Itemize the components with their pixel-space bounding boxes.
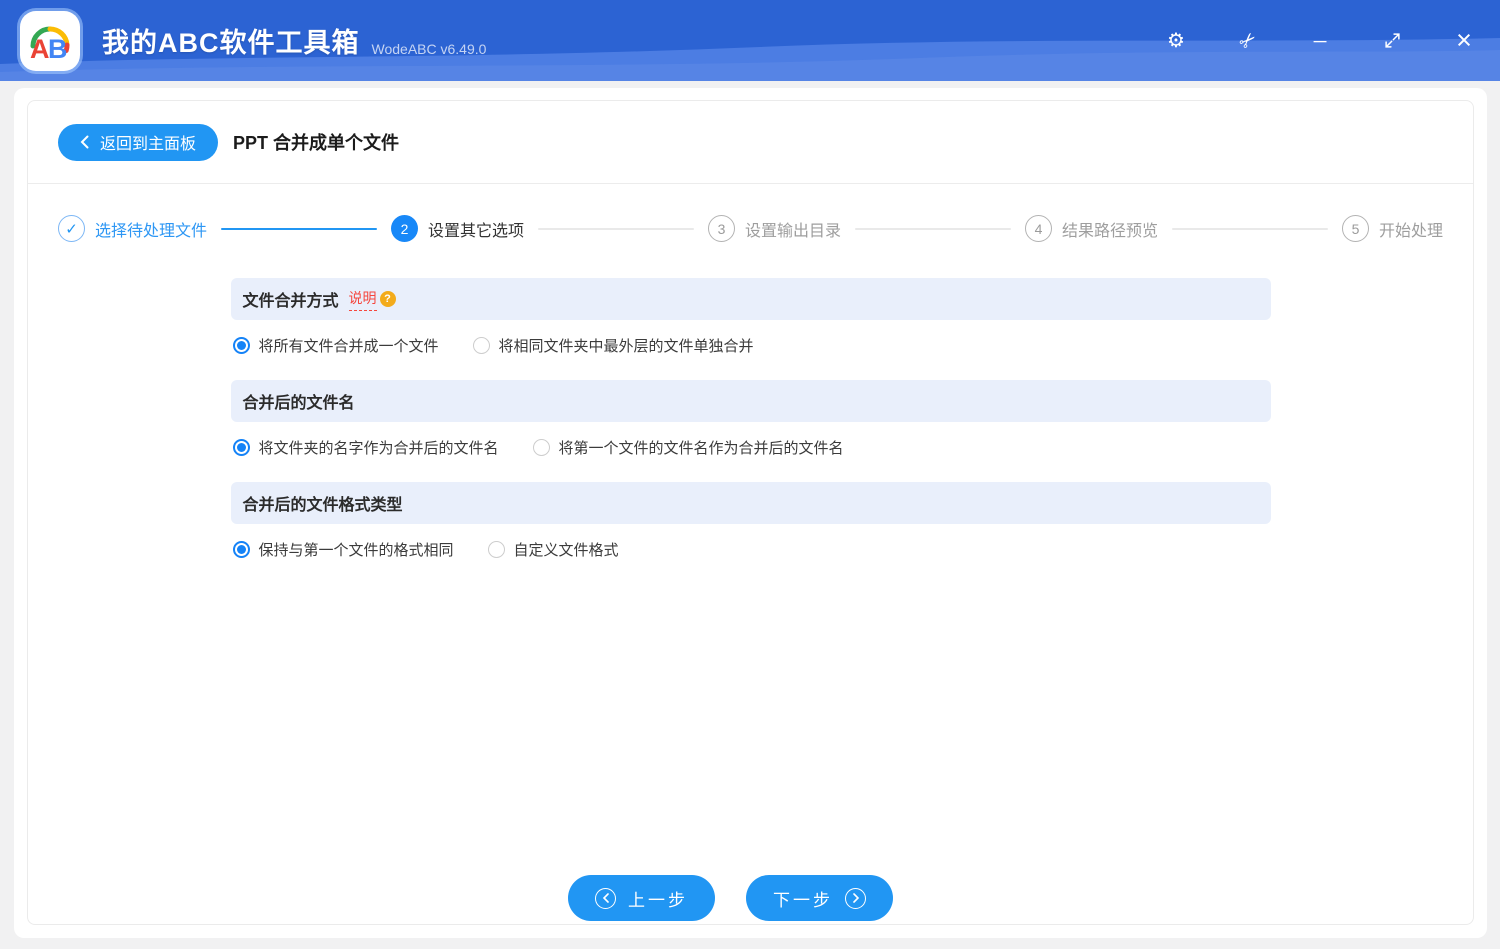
- radio-custom-file-format: [487, 541, 505, 558]
- ab-logo-icon: A B: [30, 25, 70, 63]
- titlebar: A B 我的ABC软件工具箱 WodeABC v6.49.0 ⚙ ✂ ─ ×: [0, 0, 1500, 81]
- wizard-steps: ✓ 选择待处理文件 2 设置其它选项 3 设置输出目录 4 结果路径预览 5 开: [58, 215, 1443, 242]
- minimize-icon[interactable]: ─: [1308, 29, 1332, 53]
- previous-step-button[interactable]: 上一步: [568, 875, 715, 921]
- section-output-format-header: 合并后的文件格式类型: [230, 482, 1271, 524]
- section-merge-mode-title: 文件合并方式: [242, 293, 339, 310]
- wizard-card: 返回到主面板 PPT 合并成单个文件 ✓ 选择待处理文件 2 设置其它选项 3 …: [27, 100, 1474, 925]
- scissors-icon[interactable]: ✂: [1234, 27, 1261, 54]
- radio-first-file-name-as-filename: [532, 439, 550, 456]
- app-title: 我的ABC软件工具箱: [102, 28, 360, 58]
- section-output-format-title: 合并后的文件格式类型: [242, 497, 403, 514]
- output-format-options: 保持与第一个文件的格式相同 自定义文件格式: [231, 524, 1271, 584]
- merge-mode-options: 将所有文件合并成一个文件 将相同文件夹中最外层的文件单独合并: [231, 320, 1271, 380]
- options-content: 文件合并方式 说明 ? 将所有文件合并成一个文件 将相同文件夹中最外层的文件单独…: [230, 278, 1271, 584]
- step-connector: [221, 227, 377, 230]
- question-mark-icon: ?: [379, 291, 396, 307]
- step-select-files[interactable]: ✓ 选择待处理文件: [58, 215, 207, 242]
- previous-step-label: 上一步: [628, 890, 688, 910]
- step-1-label: 选择待处理文件: [95, 222, 208, 240]
- option-label: 保持与第一个文件的格式相同: [258, 542, 454, 559]
- next-step-label: 下一步: [773, 890, 833, 910]
- app-version: WodeABC v6.49.0: [371, 40, 487, 57]
- circled-arrow-left-icon: [595, 887, 616, 909]
- option-folder-name-as-filename[interactable]: 将文件夹的名字作为合并后的文件名: [232, 437, 499, 458]
- option-first-file-name-as-filename[interactable]: 将第一个文件的文件名作为合并后的文件名: [532, 437, 844, 458]
- close-icon[interactable]: ×: [1452, 27, 1476, 54]
- step-connector: [1172, 227, 1328, 230]
- back-button-label: 返回到主面板: [100, 136, 197, 153]
- section-merged-filename-header: 合并后的文件名: [230, 380, 1271, 422]
- step-5-label: 开始处理: [1379, 222, 1444, 240]
- settings-gear-icon[interactable]: ⚙: [1164, 29, 1188, 53]
- option-custom-file-format[interactable]: 自定义文件格式: [487, 539, 619, 560]
- card-header: 返回到主面板 PPT 合并成单个文件: [28, 101, 1473, 184]
- option-merge-all-into-one[interactable]: 将所有文件合并成一个文件: [232, 335, 439, 356]
- option-label: 将第一个文件的文件名作为合并后的文件名: [558, 440, 844, 457]
- step-1-check-icon: ✓: [58, 215, 85, 242]
- window-controls: ⚙ ✂ ─ ×: [1164, 27, 1476, 55]
- step-start-processing[interactable]: 5 开始处理: [1342, 215, 1443, 242]
- back-to-dashboard-button[interactable]: 返回到主面板: [58, 123, 219, 161]
- option-label: 将相同文件夹中最外层的文件单独合并: [498, 338, 754, 355]
- wizard-footer: 上一步 下一步: [8, 875, 1453, 921]
- step-connector: [538, 227, 694, 230]
- maximize-icon[interactable]: [1380, 29, 1404, 53]
- option-label: 将所有文件合并成一个文件: [258, 338, 439, 355]
- merge-mode-help-link[interactable]: 说明 ?: [348, 288, 396, 311]
- svg-text:B: B: [48, 34, 68, 63]
- step-4-number: 4: [1025, 215, 1052, 242]
- step-3-label: 设置输出目录: [745, 222, 842, 240]
- svg-text:A: A: [30, 34, 50, 63]
- section-merge-mode-header: 文件合并方式 说明 ?: [230, 278, 1271, 320]
- radio-folder-name-as-filename: [232, 439, 250, 456]
- next-step-button[interactable]: 下一步: [746, 875, 893, 921]
- step-2-number: 2: [391, 215, 418, 242]
- option-label: 将文件夹的名字作为合并后的文件名: [258, 440, 499, 457]
- app-logo: A B: [20, 10, 80, 71]
- main-panel: 返回到主面板 PPT 合并成单个文件 ✓ 选择待处理文件 2 设置其它选项 3 …: [14, 88, 1487, 938]
- radio-keep-first-file-format: [232, 541, 250, 558]
- radio-merge-all-into-one: [232, 337, 250, 354]
- step-2-label: 设置其它选项: [428, 222, 525, 240]
- step-other-options[interactable]: 2 设置其它选项: [391, 215, 524, 242]
- step-connector: [855, 227, 1011, 230]
- option-label: 自定义文件格式: [513, 542, 619, 559]
- circled-arrow-right-icon: [845, 887, 866, 909]
- section-merged-filename-title: 合并后的文件名: [242, 395, 355, 412]
- help-link-label: 说明: [348, 288, 377, 311]
- option-merge-per-folder[interactable]: 将相同文件夹中最外层的文件单独合并: [472, 335, 754, 356]
- step-3-number: 3: [708, 215, 735, 242]
- step-5-number: 5: [1342, 215, 1369, 242]
- option-keep-first-file-format[interactable]: 保持与第一个文件的格式相同: [232, 539, 454, 560]
- step-4-label: 结果路径预览: [1062, 222, 1159, 240]
- merged-filename-options: 将文件夹的名字作为合并后的文件名 将第一个文件的文件名作为合并后的文件名: [231, 422, 1271, 482]
- chevron-left-icon: [80, 135, 89, 149]
- radio-merge-per-folder: [472, 337, 490, 354]
- step-output-directory[interactable]: 3 设置输出目录: [708, 215, 841, 242]
- page-title: PPT 合并成单个文件: [233, 133, 400, 153]
- step-result-preview[interactable]: 4 结果路径预览: [1025, 215, 1158, 242]
